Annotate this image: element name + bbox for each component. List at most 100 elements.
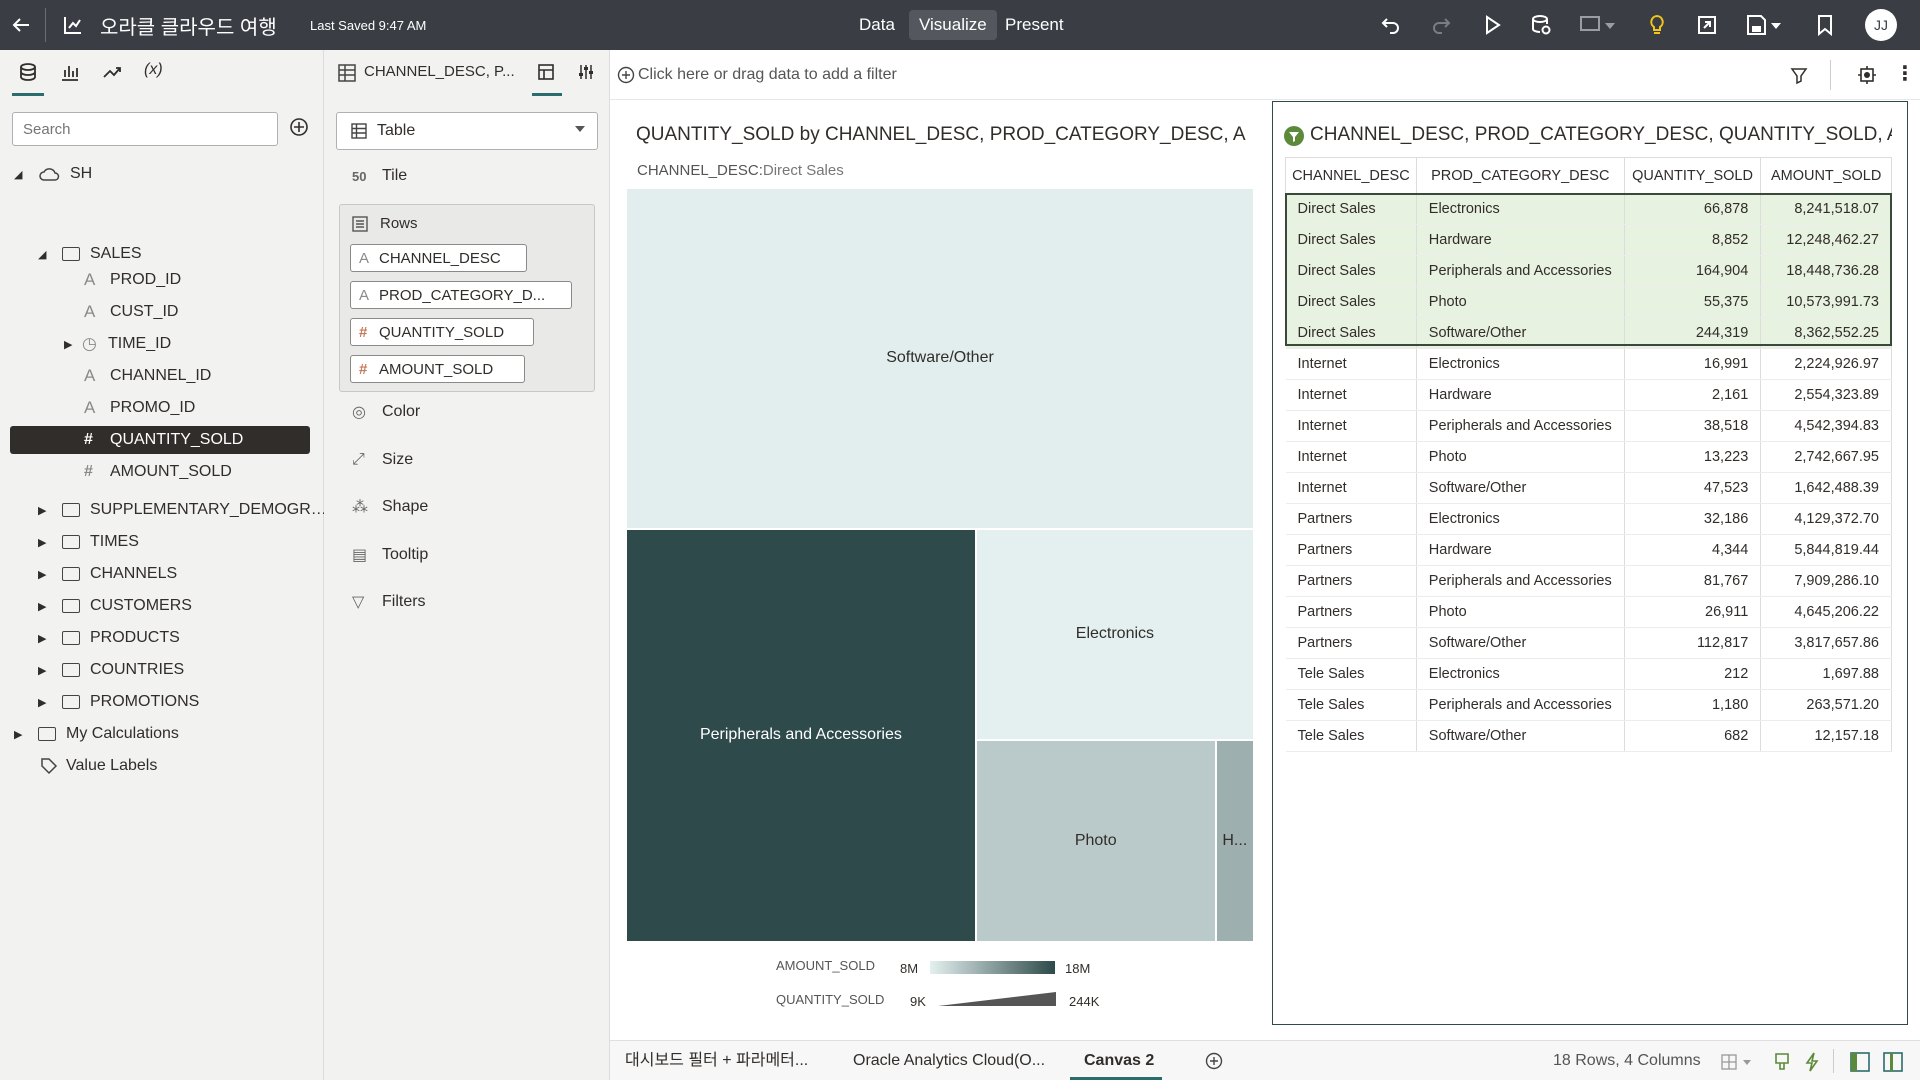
tile-section[interactable]: 50 Tile <box>352 156 407 196</box>
auto-refresh-icon[interactable] <box>1803 1052 1821 1072</box>
panel-right-icon[interactable] <box>1883 1052 1903 1072</box>
table-row[interactable]: Tele Sales Peripherals and Accessories 1,1… <box>1285 689 1892 721</box>
more-options-icon[interactable]: ⋮ <box>1895 61 1915 86</box>
table-row[interactable]: Partners Photo 26,911 4,645,206.22 <box>1285 596 1892 628</box>
search-input[interactable] <box>12 112 278 146</box>
undo-icon[interactable] <box>1379 13 1403 37</box>
properties-tab-icon[interactable] <box>577 63 595 81</box>
grammar-tab-icon[interactable] <box>537 63 555 81</box>
bookmark-icon[interactable] <box>1813 13 1837 37</box>
tree-item-column[interactable]: A PROD_ID <box>10 266 310 294</box>
filter-placeholder[interactable]: Click here or drag data to add a filter <box>638 66 897 84</box>
shelf-shape[interactable]: ⁂ Shape <box>352 487 428 527</box>
caret-right-icon[interactable]: ▶ <box>38 536 54 549</box>
brush-icon[interactable] <box>1773 1052 1791 1072</box>
tree-item-sh[interactable]: ◢ SH <box>14 160 92 188</box>
viz-type-select[interactable]: Table <box>336 112 598 150</box>
caret-right-icon[interactable]: ▶ <box>38 568 54 581</box>
table-row[interactable]: Internet Peripherals and Accessories 38,51… <box>1285 410 1892 442</box>
user-avatar[interactable]: JJ <box>1865 9 1897 41</box>
add-canvas-icon[interactable] <box>1204 1051 1224 1071</box>
table-row[interactable]: Partners Hardware 4,344 5,844,819.44 <box>1285 534 1892 566</box>
analytics-icon[interactable] <box>102 62 122 82</box>
table-row[interactable]: Partners Software/Other 112,817 3,817,657.8… <box>1285 627 1892 659</box>
treemap-tile[interactable]: Electronics <box>975 528 1254 740</box>
comment-icon[interactable] <box>1579 13 1619 37</box>
data-icon[interactable] <box>18 62 38 82</box>
export-icon[interactable] <box>1695 13 1719 37</box>
column-header[interactable]: AMOUNT_SOLD <box>1760 157 1892 194</box>
shelf-tooltip[interactable]: ▤ Tooltip <box>352 535 428 575</box>
calculations-icon[interactable]: (x) <box>144 61 163 79</box>
add-filter-icon[interactable] <box>617 66 635 84</box>
tree-item-column[interactable]: ▶ ◷ TIME_ID <box>10 330 310 358</box>
table-row[interactable]: Direct Sales Electronics 66,878 8,241,518.0… <box>1285 193 1892 225</box>
treemap-chart[interactable]: Software/Other Peripherals and Accessorie… <box>626 188 1254 942</box>
table-row[interactable]: Internet Electronics 16,991 2,224,926.97 <box>1285 348 1892 380</box>
table-row[interactable]: Direct Sales Peripherals and Accessories 1… <box>1285 255 1892 287</box>
column-header[interactable]: CHANNEL_DESC <box>1285 157 1417 194</box>
column-header[interactable]: PROD_CATEGORY_DESC <box>1415 157 1625 194</box>
shelf-filters[interactable]: ▽ Filters <box>352 582 426 622</box>
treemap-tile[interactable]: H... <box>1215 739 1254 942</box>
filter-funnel-icon[interactable] <box>1790 66 1808 84</box>
save-icon[interactable] <box>1745 13 1785 37</box>
caret-right-icon[interactable]: ▶ <box>38 696 54 709</box>
caret-right-icon[interactable]: ▶ <box>38 632 54 645</box>
treemap-tile[interactable]: Peripherals and Accessories <box>626 528 976 942</box>
caret-down-icon[interactable]: ◢ <box>38 248 54 261</box>
filter-applied-icon[interactable] <box>1283 125 1305 147</box>
tree-item-column[interactable]: # QUANTITY_SOLD <box>10 426 310 454</box>
table-row[interactable]: Partners Peripherals and Accessories 81,76… <box>1285 565 1892 597</box>
treemap-tile[interactable]: Software/Other <box>626 188 1254 529</box>
caret-right-icon[interactable]: ▶ <box>38 504 54 517</box>
refresh-data-icon[interactable] <box>1529 13 1553 37</box>
tree-item-value-labels[interactable]: Value Labels <box>40 752 157 780</box>
column-header[interactable]: QUANTITY_SOLD <box>1623 157 1762 194</box>
tree-item-sales[interactable]: ◢ SALES <box>38 240 142 268</box>
tree-item-folder[interactable]: ▶ COUNTRIES <box>38 656 184 684</box>
shelf-color[interactable]: ◎ Color <box>352 392 420 432</box>
row-pill[interactable]: # AMOUNT_SOLD <box>350 355 525 383</box>
table-row[interactable]: Direct Sales Software/Other 244,319 8,362,5… <box>1285 317 1892 349</box>
table-row[interactable]: Direct Sales Photo 55,375 10,573,991.73 <box>1285 286 1892 318</box>
tab-visualize[interactable]: Visualize <box>909 10 997 40</box>
visualizations-icon[interactable] <box>60 62 80 82</box>
canvas-tab-2[interactable]: Oracle Analytics Cloud(O... <box>853 1041 1045 1080</box>
layout-icon[interactable] <box>1721 1053 1755 1071</box>
back-button[interactable] <box>10 0 32 50</box>
table-row[interactable]: Partners Electronics 32,186 4,129,372.70 <box>1285 503 1892 535</box>
table-row[interactable]: Internet Hardware 2,161 2,554,323.89 <box>1285 379 1892 411</box>
tree-item-folder[interactable]: ▶ CHANNELS <box>38 560 177 588</box>
tree-item-column[interactable]: A PROMO_ID <box>10 394 310 422</box>
canvas-tab-3[interactable]: Canvas 2 <box>1084 1041 1154 1080</box>
tree-item-column[interactable]: A CHANNEL_ID <box>10 362 310 390</box>
caret-right-icon[interactable]: ▶ <box>38 600 54 613</box>
tree-item-folder[interactable]: ▶ PRODUCTS <box>38 624 180 652</box>
tree-item-folder[interactable]: ▶ SUPPLEMENTARY_DEMOGR… <box>38 496 327 524</box>
canvas-tab-1[interactable]: 대시보드 필터 + 파라메터... <box>625 1041 808 1080</box>
table-row[interactable]: Internet Photo 13,223 2,742,667.95 <box>1285 441 1892 473</box>
caret-down-icon[interactable]: ◢ <box>14 168 30 181</box>
redo-icon[interactable] <box>1429 13 1453 37</box>
caret-right-icon[interactable]: ▶ <box>64 338 82 351</box>
caret-right-icon[interactable]: ▶ <box>14 728 30 741</box>
panel-left-icon[interactable] <box>1850 1052 1870 1072</box>
row-pill[interactable]: # QUANTITY_SOLD <box>350 318 534 346</box>
caret-right-icon[interactable]: ▶ <box>38 664 54 677</box>
tree-item-folder[interactable]: ▶ CUSTOMERS <box>38 592 192 620</box>
row-pill[interactable]: A PROD_CATEGORY_D... <box>350 281 572 309</box>
tab-present[interactable]: Present <box>995 10 1074 40</box>
table-row[interactable]: Direct Sales Hardware 8,852 12,248,462.27 <box>1285 224 1892 256</box>
tab-data[interactable]: Data <box>849 10 905 40</box>
shelf-size[interactable]: ⤢ Size <box>352 440 413 480</box>
table-row[interactable]: Internet Software/Other 47,523 1,642,488.39 <box>1285 472 1892 504</box>
table-row[interactable]: Tele Sales Software/Other 682 12,157.18 <box>1285 720 1892 752</box>
table-row[interactable]: Tele Sales Electronics 212 1,697.88 <box>1285 658 1892 690</box>
data-table[interactable]: CHANNEL_DESC PROD_CATEGORY_DESC QUANTITY_S… <box>1285 157 1892 752</box>
treemap-tile[interactable]: Photo <box>975 739 1216 942</box>
insights-lightbulb-icon[interactable] <box>1645 13 1669 37</box>
tree-item-column[interactable]: A CUST_ID <box>10 298 310 326</box>
add-data-icon[interactable] <box>289 117 309 137</box>
workbook-title[interactable]: 오라클 클라우드 여행 <box>100 0 277 50</box>
